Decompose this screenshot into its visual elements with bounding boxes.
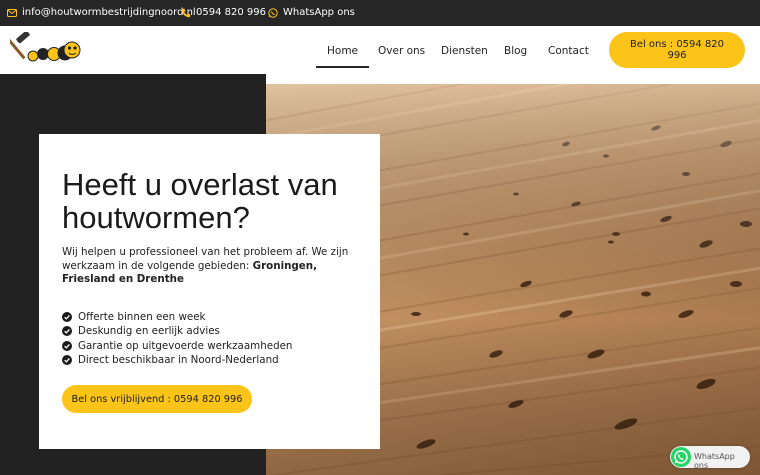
whatsapp-icon: [268, 7, 278, 18]
check-circle-icon: [62, 326, 72, 337]
nav-diensten[interactable]: Diensten: [441, 45, 488, 57]
nav-over-ons[interactable]: Over ons: [378, 45, 425, 57]
list-item: Deskundig en eerlijk advies: [62, 324, 292, 338]
logo-worm-icon[interactable]: [10, 32, 82, 66]
whatsapp-icon: [671, 447, 691, 467]
benefit-text: Direct beschikbaar in Noord-Nederland: [78, 353, 279, 366]
whatsapp-float-button[interactable]: WhatsApp ons: [670, 446, 750, 470]
nav-contact[interactable]: Contact: [548, 45, 589, 57]
hero-card: Heeft u overlast van houtwormen? Wij hel…: [39, 134, 380, 449]
mail-icon: [7, 8, 17, 17]
top-contact-bar: info@houtwormbestrijdingnoord.nl 0594 82…: [0, 0, 760, 26]
email-text: info@houtwormbestrijdingnoord.nl: [22, 7, 196, 18]
phone-icon: [181, 8, 191, 17]
site-header: Home Over ons Diensten Blog Contact Bel …: [0, 26, 760, 74]
check-circle-icon: [62, 355, 72, 366]
list-item: Offerte binnen een week: [62, 310, 292, 324]
email-link[interactable]: info@houtwormbestrijdingnoord.nl: [7, 7, 196, 18]
whatsapp-float-label: WhatsApp ons: [694, 452, 735, 470]
list-item: Direct beschikbaar in Noord-Nederland: [62, 353, 292, 367]
whatsapp-text: WhatsApp ons: [283, 7, 355, 18]
hero-heading: Heeft u overlast van houtwormen?: [62, 167, 338, 235]
call-free-button[interactable]: Bel ons vrijblijvend : 0594 820 996: [62, 385, 252, 413]
hero-intro: Wij helpen u professioneel van het probl…: [62, 246, 362, 287]
header-call-button[interactable]: Bel ons : 0594 820 996: [609, 32, 745, 68]
list-item: Garantie op uitgevoerde werkzaamheden: [62, 339, 292, 353]
check-circle-icon: [62, 340, 72, 351]
benefit-text: Garantie op uitgevoerde werkzaamheden: [78, 339, 293, 352]
phone-text: 0594 820 996: [196, 7, 266, 18]
benefit-text: Deskundig en eerlijk advies: [78, 325, 220, 338]
nav-blog[interactable]: Blog: [504, 45, 527, 57]
whatsapp-link[interactable]: WhatsApp ons: [268, 7, 355, 18]
benefit-list: Offerte binnen een week Deskundig en eer…: [62, 310, 292, 367]
phone-link[interactable]: 0594 820 996: [181, 7, 266, 18]
nav-home[interactable]: Home: [315, 45, 370, 68]
check-circle-icon: [62, 312, 72, 323]
benefit-text: Offerte binnen een week: [78, 311, 206, 323]
